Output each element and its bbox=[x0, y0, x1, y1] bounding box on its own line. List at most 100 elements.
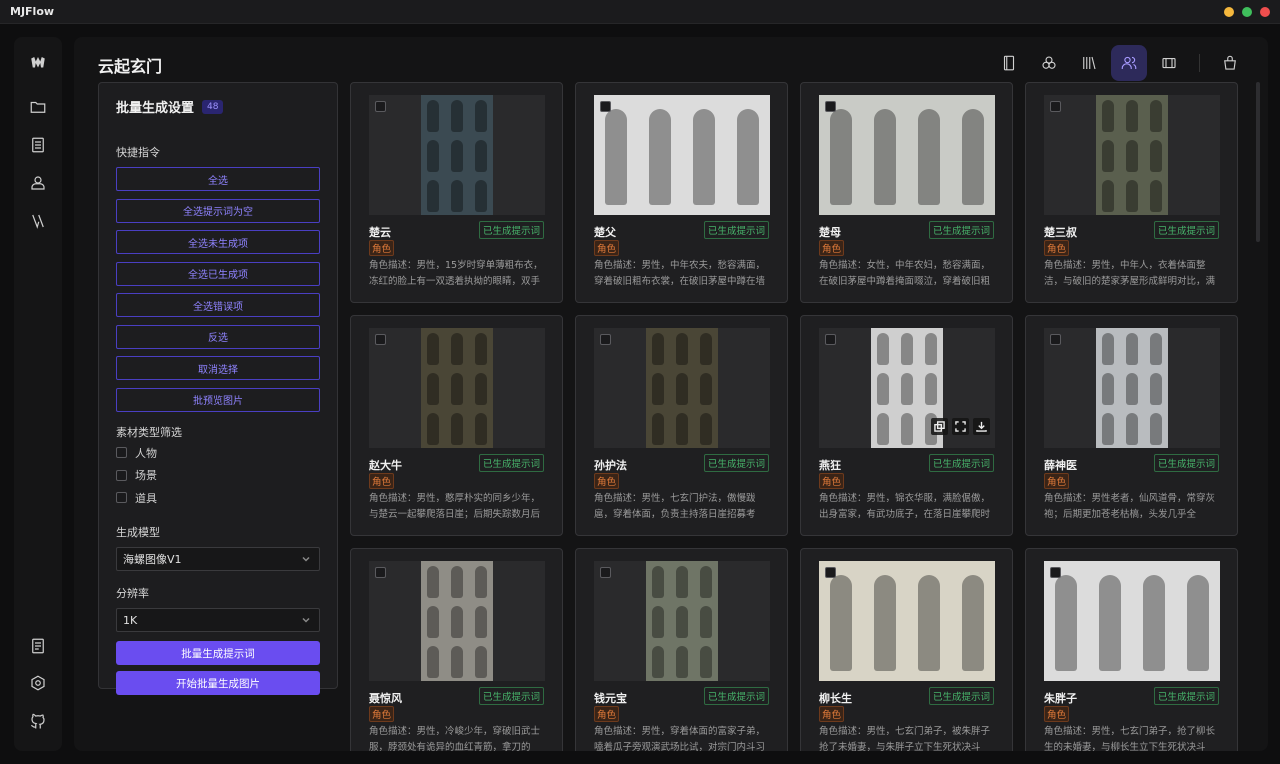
card-checkbox[interactable] bbox=[375, 101, 386, 112]
user-icon[interactable] bbox=[26, 171, 50, 195]
character-sheet-image bbox=[819, 561, 995, 681]
quick-action-button[interactable]: 全选已生成项 bbox=[116, 261, 320, 286]
minimize-button[interactable] bbox=[1224, 7, 1234, 17]
model-select[interactable]: 海螺图像V1 bbox=[116, 547, 320, 571]
asset-card[interactable]: 朱胖子 已生成提示词 角色 角色描述：男性，七玄门弟子，抢了柳长生的未婚妻，与柳长生立… bbox=[1025, 548, 1238, 751]
role-tag: 角色 bbox=[369, 706, 395, 722]
filter-checkbox[interactable] bbox=[116, 469, 127, 481]
card-checkbox[interactable] bbox=[1050, 101, 1061, 112]
quick-action-button[interactable]: 全选提示词为空 bbox=[116, 198, 320, 223]
card-name: 朱胖子 bbox=[1044, 692, 1077, 705]
card-description: 角色描述：男性，中年人，衣着体面整洁，与破旧的楚家茅屋形成鲜明对比，满脸堆... bbox=[1044, 260, 1216, 287]
card-name: 燕狂 bbox=[819, 459, 841, 472]
filter-label: 场景 bbox=[135, 469, 157, 483]
export-icon[interactable] bbox=[1212, 45, 1248, 81]
quick-action-button[interactable]: 反选 bbox=[116, 324, 320, 349]
asset-card[interactable]: 楚母 已生成提示词 角色 角色描述：女性，中年农妇，愁容满面，在破旧茅屋中蹲着掩面啜泣… bbox=[800, 82, 1013, 303]
document-list-icon[interactable] bbox=[26, 133, 50, 157]
download-icon[interactable] bbox=[973, 418, 990, 435]
chevron-down-icon bbox=[302, 617, 310, 623]
asset-card[interactable]: 楚父 已生成提示词 角色 角色描述：男性，中年农夫，愁容满面，穿着破旧粗布衣裳，在破旧… bbox=[575, 82, 788, 303]
notes-icon[interactable] bbox=[26, 634, 50, 658]
character-sheet-image bbox=[1096, 328, 1168, 448]
card-name: 聂惊风 bbox=[369, 692, 402, 705]
card-checkbox[interactable] bbox=[825, 334, 836, 345]
card-name: 孙护法 bbox=[594, 459, 627, 472]
card-thumbnail[interactable] bbox=[594, 328, 770, 448]
asset-card[interactable]: 薛神医 已生成提示词 角色 角色描述：男性老者，仙风道骨，常穿灰袍；后期更加苍老枯槁，… bbox=[1025, 315, 1238, 536]
video-icon[interactable] bbox=[1151, 45, 1187, 81]
card-thumbnail[interactable] bbox=[369, 328, 545, 448]
quick-action-button[interactable]: 全选未生成项 bbox=[116, 230, 320, 254]
maximize-button[interactable] bbox=[1242, 7, 1252, 17]
settings-icon[interactable] bbox=[26, 671, 50, 695]
card-thumbnail[interactable] bbox=[1044, 328, 1220, 448]
card-checkbox[interactable] bbox=[1050, 567, 1061, 578]
role-tag: 角色 bbox=[594, 706, 620, 722]
library-icon[interactable] bbox=[1071, 45, 1107, 81]
card-thumbnail[interactable] bbox=[594, 95, 770, 215]
script-icon[interactable] bbox=[991, 45, 1027, 81]
card-thumbnail[interactable] bbox=[369, 561, 545, 681]
quick-actions-label: 快捷指令 bbox=[116, 146, 160, 159]
close-button[interactable] bbox=[1260, 7, 1270, 17]
count-badge: 48 bbox=[202, 99, 224, 114]
copy-icon[interactable] bbox=[931, 418, 948, 435]
character-sheet-image bbox=[646, 328, 718, 448]
asset-card[interactable]: 楚云 已生成提示词 角色 角色描述：男性，15岁时穿单薄粗布衣，冻红的脸上有一双透着执… bbox=[350, 82, 563, 303]
character-sheet-image bbox=[421, 95, 493, 215]
folder-icon[interactable] bbox=[26, 95, 50, 119]
page-title: 云起玄门 bbox=[98, 57, 163, 76]
resolution-value: 1K bbox=[123, 613, 138, 627]
card-checkbox[interactable] bbox=[825, 567, 836, 578]
card-thumbnail[interactable] bbox=[1044, 561, 1220, 681]
asset-card[interactable]: 燕狂 已生成提示词 角色 角色描述：男性，锦衣华服，满脸倨傲，出身富家，有武功底子，在… bbox=[800, 315, 1013, 536]
filter-option[interactable]: 场景 bbox=[116, 464, 320, 487]
card-thumbnail[interactable] bbox=[369, 95, 545, 215]
filter-checkbox[interactable] bbox=[116, 447, 127, 459]
asset-card[interactable]: 钱元宝 已生成提示词 角色 角色描述：男性，穿着体面的富家子弟，嗑着瓜子旁观演武场比试… bbox=[575, 548, 788, 751]
grid-scrollbar[interactable] bbox=[1256, 82, 1260, 242]
asset-card[interactable]: 孙护法 已生成提示词 角色 角色描述：男性，七玄门护法，傲慢跋扈，穿着体面，负责主持落… bbox=[575, 315, 788, 536]
quick-action-button[interactable]: 全选错误项 bbox=[116, 293, 320, 317]
card-checkbox[interactable] bbox=[1050, 334, 1061, 345]
quick-action-button[interactable]: 全选 bbox=[116, 167, 320, 191]
status-badge: 已生成提示词 bbox=[928, 221, 994, 239]
toolbar-divider bbox=[1199, 54, 1200, 72]
card-name: 钱元宝 bbox=[594, 692, 627, 705]
v-icon[interactable] bbox=[26, 209, 50, 233]
filter-checkbox[interactable] bbox=[116, 492, 127, 504]
quick-action-button[interactable]: 批预览图片 bbox=[116, 387, 320, 412]
batch-generate-images-button[interactable]: 开始批量生成图片 bbox=[116, 671, 320, 695]
quick-action-button[interactable]: 取消选择 bbox=[116, 356, 320, 380]
card-checkbox[interactable] bbox=[375, 334, 386, 345]
card-thumbnail[interactable] bbox=[594, 561, 770, 681]
card-checkbox[interactable] bbox=[600, 567, 611, 578]
batch-generate-prompts-button[interactable]: 批量生成提示词 bbox=[116, 641, 320, 665]
card-thumbnail[interactable] bbox=[819, 95, 995, 215]
card-checkbox[interactable] bbox=[600, 334, 611, 345]
status-badge: 已生成提示词 bbox=[478, 454, 544, 472]
asset-card[interactable]: 楚三叔 已生成提示词 角色 角色描述：男性，中年人，衣着体面整洁，与破旧的楚家茅屋形成… bbox=[1025, 82, 1238, 303]
card-name: 薛神医 bbox=[1044, 459, 1077, 472]
asset-card[interactable]: 柳长生 已生成提示词 角色 角色描述：男性，七玄门弟子，被朱胖子抢了未婚妻，与朱胖子立… bbox=[800, 548, 1013, 751]
characters-icon[interactable] bbox=[1111, 45, 1147, 81]
expand-icon[interactable] bbox=[952, 418, 969, 435]
asset-card[interactable]: 聂惊风 已生成提示词 角色 角色描述：男性，冷峻少年，穿破旧武士服，脖颈处有诡异的血红… bbox=[350, 548, 563, 751]
card-thumbnail[interactable] bbox=[819, 561, 995, 681]
card-thumbnail[interactable] bbox=[1044, 95, 1220, 215]
elements-icon[interactable] bbox=[1031, 45, 1067, 81]
sidebar bbox=[14, 37, 62, 751]
card-description: 角色描述：男性，穿着体面的富家子弟，嗑着瓜子旁观演武场比试，对宗门内斗习以... bbox=[594, 726, 766, 751]
status-badge: 已生成提示词 bbox=[928, 687, 994, 705]
filter-option[interactable]: 道具 bbox=[116, 487, 320, 510]
logo-icon[interactable] bbox=[26, 51, 50, 75]
card-checkbox[interactable] bbox=[375, 567, 386, 578]
card-checkbox[interactable] bbox=[825, 101, 836, 112]
card-checkbox[interactable] bbox=[600, 101, 611, 112]
asset-card[interactable]: 赵大牛 已生成提示词 角色 角色描述：男性，憨厚朴实的同乡少年，与楚云一起攀爬落日崖；… bbox=[350, 315, 563, 536]
filter-option[interactable]: 人物 bbox=[116, 442, 320, 465]
github-icon[interactable] bbox=[26, 709, 50, 733]
role-tag: 角色 bbox=[594, 473, 620, 489]
resolution-select[interactable]: 1K bbox=[116, 608, 320, 632]
